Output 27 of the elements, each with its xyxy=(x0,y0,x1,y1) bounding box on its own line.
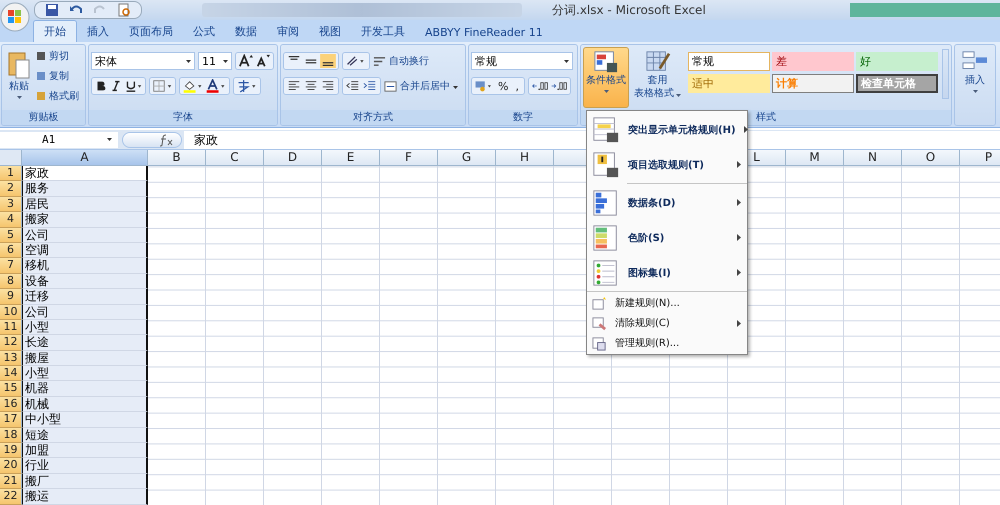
group-label: 对齐方式 xyxy=(281,110,465,125)
table-cell: 短途 xyxy=(22,428,148,444)
group-label: 字体 xyxy=(89,110,277,125)
table-cell: 中小型 xyxy=(22,412,148,428)
group-label: 剪贴板 xyxy=(2,110,85,125)
table-cell: 居民 xyxy=(22,196,148,212)
table-cell: 家政 xyxy=(22,166,148,182)
table-cell: 机械 xyxy=(22,396,148,412)
table-cell: 行业 xyxy=(22,458,148,474)
table-cell: 小型 xyxy=(22,320,148,336)
table-cell: 加盟 xyxy=(22,443,148,458)
table-cell: 空调 xyxy=(22,242,148,258)
table-cell: 服务 xyxy=(22,181,148,197)
table-cell: 机器 xyxy=(22,381,148,397)
table-cell: 搬运 xyxy=(22,489,148,505)
table-cell: 公司 xyxy=(22,304,148,320)
table-cell: 公司 xyxy=(22,228,148,243)
table-cell: 设备 xyxy=(22,274,148,290)
table-cell: 搬家 xyxy=(22,212,148,228)
window-title: 分词.xlsx - Microsoft Excel xyxy=(552,2,706,18)
table-cell: 长途 xyxy=(22,335,148,351)
group-label: 数字 xyxy=(469,110,577,125)
table-cell: 搬厂 xyxy=(22,474,148,490)
table-cell: 小型 xyxy=(22,366,148,382)
table-cell: 迁移 xyxy=(22,289,148,305)
table-cell: 搬屋 xyxy=(22,350,148,366)
table-cell: 移机 xyxy=(22,258,148,274)
